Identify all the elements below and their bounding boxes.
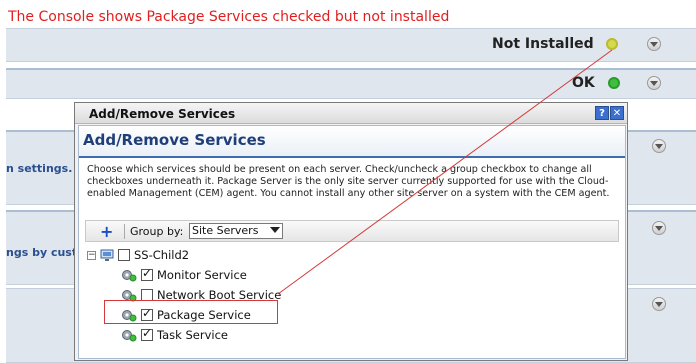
- annotation-leader-line: [277, 49, 613, 295]
